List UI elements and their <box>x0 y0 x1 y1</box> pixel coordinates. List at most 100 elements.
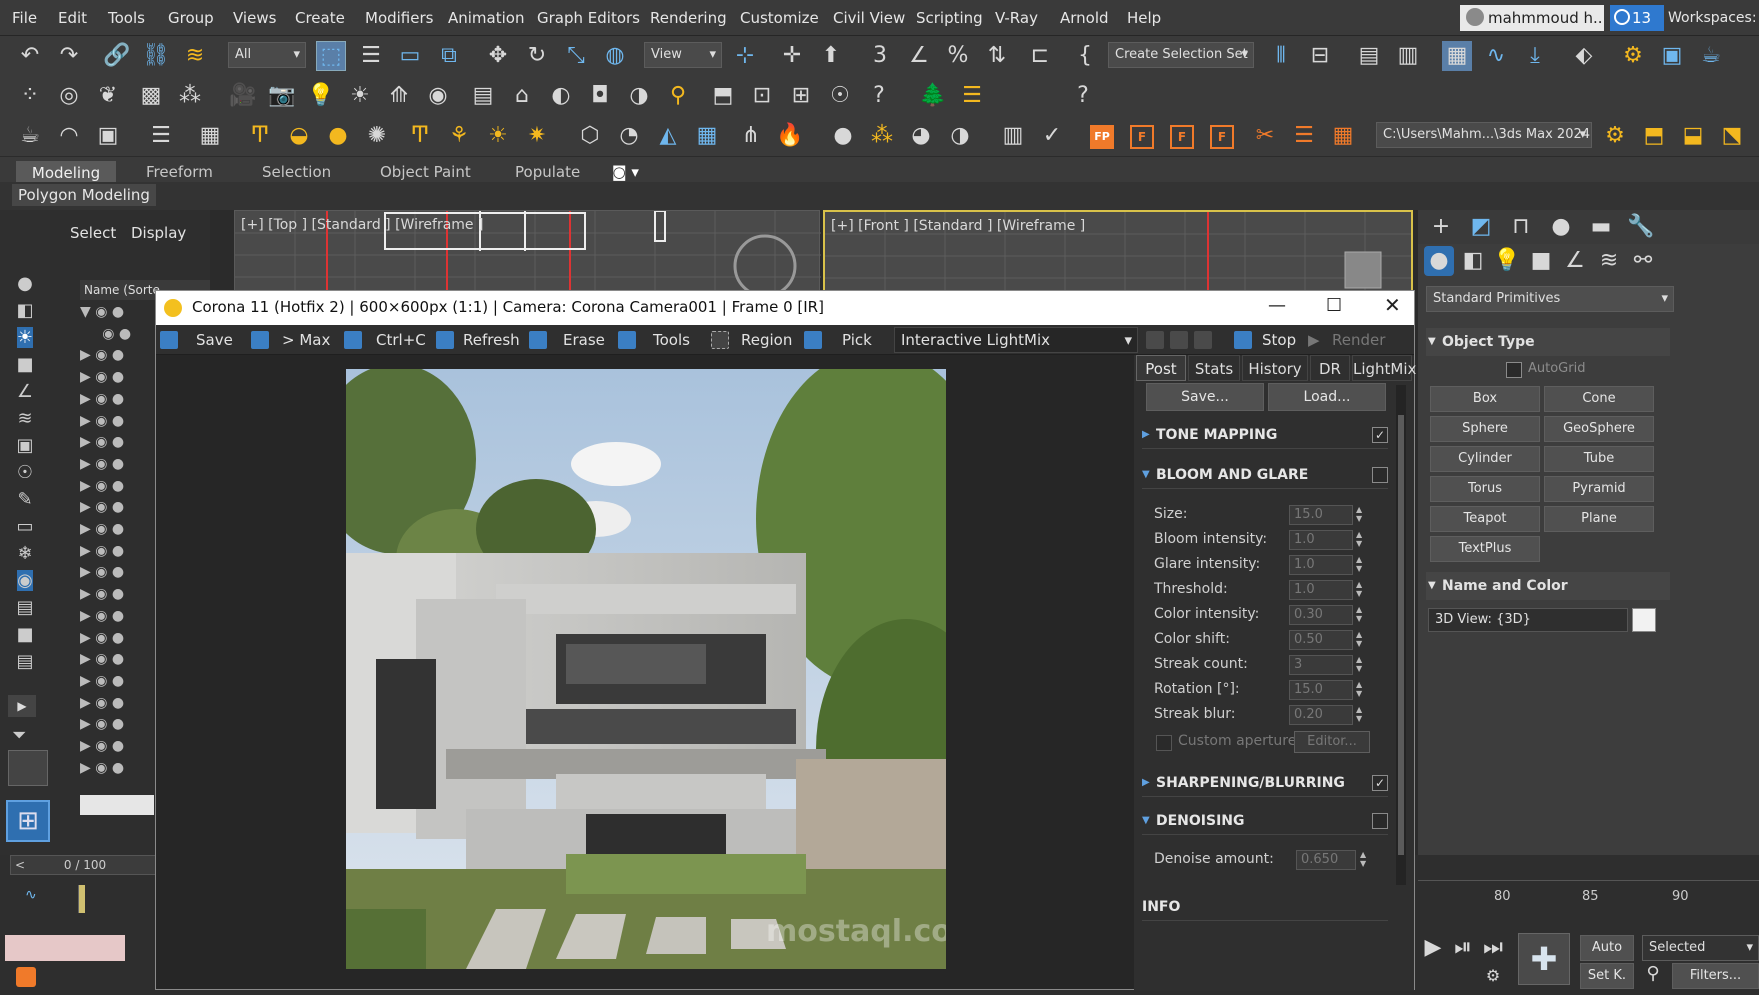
menu-vray[interactable]: V-Ray <box>995 0 1038 36</box>
layer-explorer-icon[interactable]: ▥ <box>1393 41 1423 71</box>
light-ies-icon[interactable]: Ͳ <box>405 121 435 151</box>
project-open-icon[interactable]: ⬒ <box>1639 121 1669 151</box>
menu-animation[interactable]: Animation <box>448 0 524 36</box>
select-by-name-icon[interactable]: ☰ <box>356 41 386 71</box>
decal-icon[interactable]: ⟰ <box>384 81 414 111</box>
vfb-stop-button[interactable]: Stop <box>1262 325 1296 355</box>
bloom-param-spinner-icon[interactable]: ▲ ▼ <box>1356 655 1364 673</box>
light-icon[interactable]: 💡 <box>306 81 336 111</box>
primitive-category-dropdown[interactable]: Standard Primitives <box>1426 286 1674 312</box>
spinner-snap-icon[interactable]: ⇅ <box>982 41 1012 71</box>
select-manipulate-icon[interactable]: ✛ <box>777 41 807 71</box>
render-setup-icon[interactable]: ⚙ <box>1618 41 1648 71</box>
mirror-icon[interactable]: ⫴ <box>1266 41 1296 71</box>
grab-tool-icon[interactable]: ◎ <box>54 81 84 111</box>
utilities-tab-icon[interactable]: 🔧 <box>1626 212 1656 242</box>
curve-icon[interactable]: ∿ <box>25 887 37 903</box>
named-selection-icon[interactable]: { <box>1070 41 1100 71</box>
bloom-param-field[interactable]: 3 <box>1289 655 1353 675</box>
menu-file[interactable]: File <box>12 0 37 36</box>
f-badge-icon[interactable]: F <box>1210 125 1234 149</box>
menu-modifiers[interactable]: Modifiers <box>365 0 433 36</box>
aperture-editor-button[interactable]: Editor... <box>1294 731 1370 753</box>
bloom-param-spinner-icon[interactable]: ▲ ▼ <box>1356 530 1364 548</box>
grass-icon[interactable]: ⋔ <box>736 121 766 151</box>
place-icon[interactable]: ◍ <box>600 41 630 71</box>
menu-edit[interactable]: Edit <box>58 0 87 36</box>
project-setup-icon[interactable]: ⚙ <box>1600 121 1630 151</box>
filters-button[interactable]: Filters... <box>1672 963 1759 989</box>
menu-create[interactable]: Create <box>295 0 345 36</box>
tab-dr[interactable]: DR <box>1310 355 1350 381</box>
viewport-front-label[interactable]: [+] [Front ] [Standard ] [Wireframe ] <box>831 218 1085 234</box>
converter-tool-icon[interactable]: ◑ <box>624 81 654 111</box>
asset-editor-icon[interactable]: ☰ <box>146 121 176 151</box>
cameras-icon[interactable]: ■ <box>1526 246 1556 276</box>
fur-icon[interactable]: ◔ <box>614 121 644 151</box>
menu-civil-view[interactable]: Civil View <box>833 0 905 36</box>
pyramid-button[interactable]: Pyramid <box>1544 476 1654 502</box>
sharpening-header[interactable]: ▶ SHARPENING/BLURRING <box>1142 769 1388 797</box>
sky-icon[interactable]: ◉ <box>423 81 453 111</box>
polygon-modeling-label[interactable]: Polygon Modeling <box>12 184 156 206</box>
converter-icon[interactable]: ▩ <box>136 81 166 111</box>
render-arc-icon[interactable]: ◠ <box>54 121 84 151</box>
key-mode-dropdown[interactable]: Selected <box>1642 935 1759 961</box>
object-color-swatch[interactable] <box>1632 608 1656 632</box>
menu-rendering[interactable]: Rendering <box>650 0 727 36</box>
zoom-fit-icon[interactable] <box>1194 331 1212 349</box>
close-icon[interactable]: ✕ <box>1384 293 1401 317</box>
vfb-pick-button[interactable]: Pick <box>842 325 872 355</box>
help-circle-icon[interactable]: ? <box>1068 81 1098 111</box>
viewport-top-label[interactable]: [+] [Top ] [Standard ] [Wireframe ] <box>241 217 483 233</box>
box-button[interactable]: Box <box>1430 386 1540 412</box>
camera-mod-icon[interactable]: 📷 <box>267 81 297 111</box>
tools-icon[interactable]: ✂ <box>1250 121 1280 151</box>
menu-help[interactable]: Help <box>1127 0 1161 36</box>
object-properties-icon[interactable]: ▥ <box>998 121 1028 151</box>
scatter-icon[interactable]: ❦ <box>93 81 123 111</box>
f-badge-icon[interactable]: F <box>1170 125 1194 149</box>
link-icon[interactable]: 🔗 <box>102 41 132 71</box>
spacewarps-icon[interactable]: ≋ <box>1594 246 1624 276</box>
zoom-in-icon[interactable] <box>1146 331 1164 349</box>
bloom-glare-header[interactable]: ▼ BLOOM AND GLARE <box>1142 461 1388 489</box>
layout-quad-icon[interactable]: ⊞ <box>6 800 50 842</box>
display-tab-icon[interactable]: ▬ <box>1586 212 1616 242</box>
light-spot-icon[interactable]: Ͳ <box>245 121 275 151</box>
align-icon[interactable]: ⊟ <box>1305 41 1335 71</box>
motion-tab-icon[interactable]: ● <box>1546 212 1576 242</box>
box-object-icon[interactable]: ⬡ <box>575 121 605 151</box>
region-render-icon[interactable]: ⊞ <box>786 81 816 111</box>
bloom-param-spinner-icon[interactable]: ▲ ▼ <box>1356 605 1364 623</box>
tab-history[interactable]: History <box>1242 355 1308 381</box>
sun-light-icon[interactable]: ☀ <box>483 121 513 151</box>
notifications-badge[interactable]: 13 <box>1610 5 1664 31</box>
f-badge-icon[interactable]: F <box>1130 125 1154 149</box>
interactive-render-icon[interactable]: ⊡ <box>747 81 777 111</box>
reference-coord-dropdown[interactable]: View <box>644 42 722 68</box>
rotate-icon[interactable]: ↻ <box>522 41 552 71</box>
edit-selection-icon[interactable]: ⊏ <box>1025 41 1055 71</box>
slider-prev-icon[interactable]: < <box>15 856 25 874</box>
ribbon-toggle-icon[interactable]: ▦ <box>1442 41 1472 71</box>
maxscript-listener[interactable] <box>5 935 125 961</box>
light-portal-icon[interactable]: ⚘ <box>444 121 474 151</box>
scene-explorer-icon[interactable]: ▤ <box>1354 41 1384 71</box>
selection-filter-dropdown[interactable]: All <box>228 42 306 68</box>
vfb-titlebar[interactable]: Corona 11 (Hotfix 2) | 600×600px (1:1) |… <box>156 291 1414 325</box>
bloom-param-spinner-icon[interactable]: ▲ ▼ <box>1356 705 1364 723</box>
vray-logo-icon[interactable]: ✓ <box>1037 121 1067 151</box>
rect-selection-icon[interactable]: ▭ <box>395 41 425 71</box>
bloom-param-spinner-icon[interactable]: ▲ ▼ <box>1356 580 1364 598</box>
multi-material-icon[interactable]: ⁂ <box>867 121 897 151</box>
textplus-button[interactable]: TextPlus <box>1430 536 1540 562</box>
geosphere-button[interactable]: GeoSphere <box>1544 416 1654 442</box>
torus-button[interactable]: Torus <box>1430 476 1540 502</box>
next-frame-icon[interactable]: ⏯ <box>1448 933 1478 963</box>
track-bar-left[interactable] <box>78 885 158 913</box>
bloom-param-field[interactable]: 1.0 <box>1289 530 1353 550</box>
post-scrollbar[interactable] <box>1396 385 1406 885</box>
post-scrollbar-thumb[interactable] <box>1398 415 1404 855</box>
light-sphere-icon[interactable]: ● <box>323 121 353 151</box>
